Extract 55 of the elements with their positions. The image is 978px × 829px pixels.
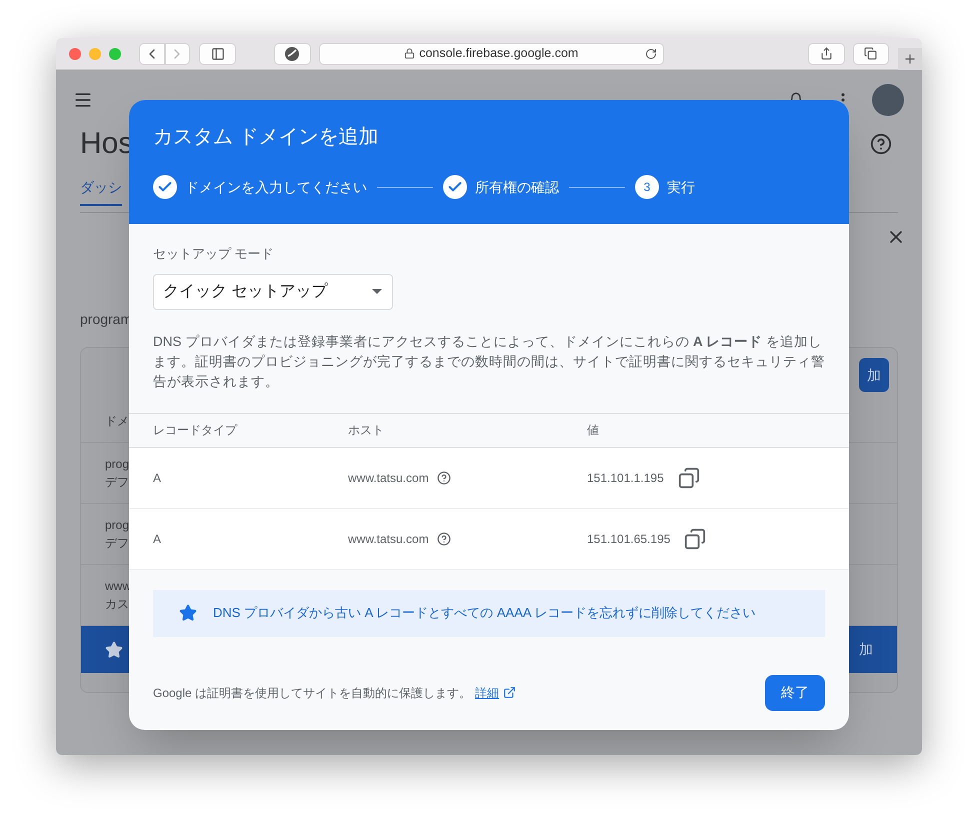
help-icon[interactable] — [436, 470, 451, 484]
dashboard-tab[interactable]: ダッシ — [80, 177, 122, 206]
external-link-icon — [503, 686, 516, 699]
column-header: ホスト — [348, 422, 385, 439]
table-cell-text: A — [153, 530, 162, 548]
plus-icon — [903, 52, 918, 66]
copy-icon[interactable] — [678, 466, 700, 488]
add-button[interactable]: 加 — [859, 358, 889, 392]
details-link[interactable]: 詳細 — [475, 684, 500, 702]
sidebar-icon — [210, 46, 225, 60]
mode-dropdown[interactable]: クイック セットアップ — [153, 274, 393, 310]
done-button[interactable]: 終了 — [765, 674, 825, 710]
table-cell-text: www.tatsu.com — [348, 470, 429, 486]
step-label: 所有権の確認 — [475, 178, 559, 196]
sidebar-button[interactable] — [199, 42, 236, 64]
tabs-button[interactable] — [852, 42, 890, 64]
dialog-title: カスタム ドメインを追加 — [153, 125, 380, 150]
tabs-icon — [864, 47, 878, 60]
address-bar[interactable]: console.firebase.google.com — [318, 42, 664, 64]
column-header: 値 — [587, 422, 599, 439]
new-tab-button[interactable] — [898, 48, 922, 70]
help-icon[interactable] — [870, 132, 892, 154]
step-number: 3 — [635, 175, 659, 199]
domain-name: prog — [105, 456, 130, 473]
step-label: 実行 — [667, 178, 695, 196]
step-label: ドメインを入力してください — [185, 178, 367, 196]
url-text: console.firebase.google.com — [419, 45, 578, 62]
column-header: レコードタイプ — [153, 422, 238, 439]
help-icon[interactable] — [436, 532, 451, 546]
share-button[interactable] — [808, 42, 845, 64]
domain-status: デフ — [105, 535, 129, 552]
star-icon — [179, 604, 197, 622]
domain-name: prog — [105, 517, 130, 534]
domain-status: デフ — [105, 474, 129, 491]
reload-icon[interactable] — [644, 48, 657, 60]
extension-icon — [285, 46, 300, 60]
banner-button[interactable]: 加 — [859, 639, 873, 660]
caret-icon — [372, 289, 382, 294]
table-cell-text: A — [153, 470, 162, 486]
description: DNS プロバイダまたは登録事業者にアクセスすることによって、ドメインにこれらの A レコード を追加します。証明書のプロビジョニングが完了するまでの数時間の間は、サイトで証明書に関するセキュリティ警告が表示されます。 — [153, 332, 825, 390]
extension-button[interactable] — [274, 42, 311, 64]
share-icon — [820, 47, 833, 60]
table-cell-text: 151.101.65.195 — [587, 530, 670, 548]
copy-icon[interactable] — [684, 528, 706, 550]
star-icon — [105, 640, 123, 658]
back-button[interactable] — [138, 42, 165, 64]
column-header: ドメ — [105, 413, 129, 430]
footer-text: Google は証明書を使用してサイトを自動的に保護します。 — [153, 684, 472, 702]
table-cell-text: 151.101.1.195 — [587, 470, 664, 486]
avatar[interactable] — [872, 84, 904, 116]
notice-text: DNS プロバイダから古い A レコードとすべての AAAA レコードを忘れずに削除してください — [213, 604, 756, 622]
table-cell-text: www.tatsu.com — [348, 530, 429, 548]
lock-icon — [404, 48, 416, 59]
field-label: セットアップ モード — [153, 245, 275, 263]
domain-status: カス — [105, 596, 129, 613]
